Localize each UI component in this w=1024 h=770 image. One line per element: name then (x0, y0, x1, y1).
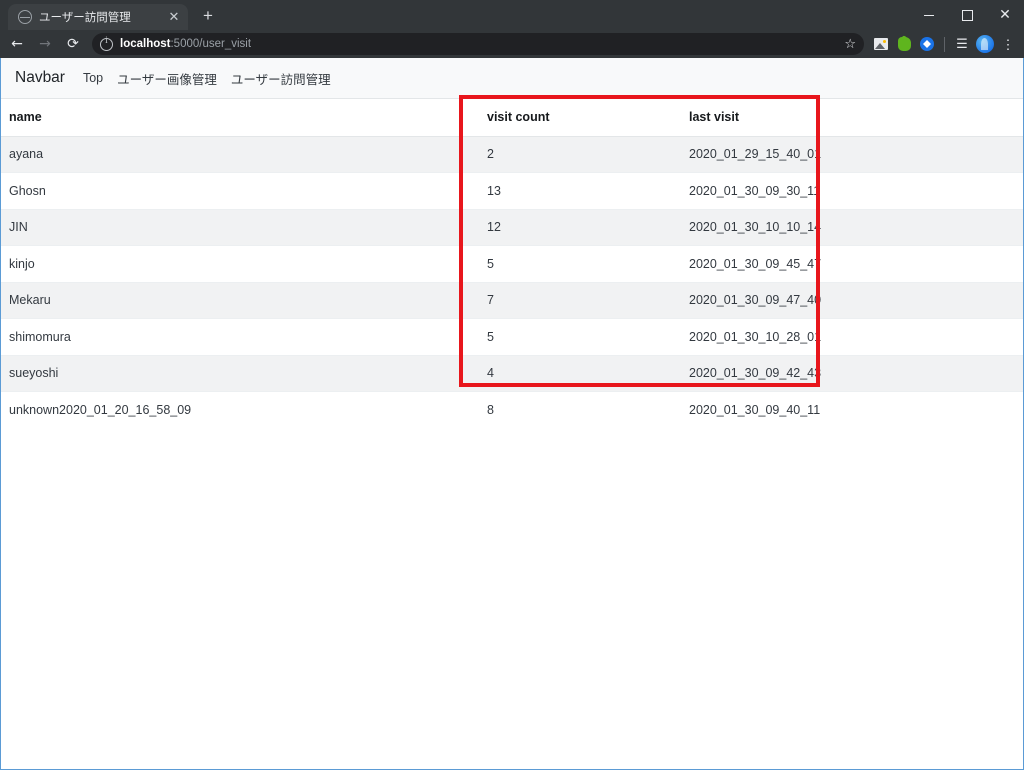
back-icon[interactable]: ← (4, 32, 30, 56)
column-header-visit-count: visit count (479, 99, 681, 137)
table-row: ayana 2 2020_01_29_15_40_01 (1, 135, 1023, 173)
cell-last-visit: 2020_01_30_09_45_47 (681, 245, 1023, 282)
cell-name: Mekaru (1, 281, 479, 319)
tab-strip: ユーザー訪問管理 ✕ + ✕ (0, 0, 1024, 30)
cell-last-visit: 2020_01_30_10_10_14 (681, 208, 1023, 246)
cell-visit-count: 8 (479, 391, 681, 428)
navbar-brand[interactable]: Navbar (15, 69, 65, 87)
table-header: name visit count last visit (1, 99, 1023, 137)
cell-name: JIN (1, 208, 479, 246)
table-row: JIN 12 2020_01_30_10_10_14 (1, 208, 1023, 246)
new-tab-button[interactable]: + (194, 4, 222, 30)
url-host: localhost (120, 38, 171, 50)
table-row: Mekaru 7 2020_01_30_09_47_40 (1, 281, 1023, 319)
table-row: kinjo 5 2020_01_30_09_45_47 (1, 245, 1023, 282)
window-controls: ✕ (910, 0, 1024, 30)
bookmark-star-icon[interactable]: ☆ (838, 37, 856, 52)
nav-link-user-visit-management[interactable]: ユーザー訪問管理 (231, 69, 331, 88)
forward-icon[interactable]: → (32, 32, 58, 56)
address-bar-url: localhost:5000/user_visit (120, 38, 251, 50)
cell-last-visit: 2020_01_30_09_42_43 (681, 354, 1023, 392)
page-viewport: Navbar Top ユーザー画像管理 ユーザー訪問管理 name visit … (0, 58, 1024, 770)
nav-link-top[interactable]: Top (83, 71, 103, 85)
browser-window: ユーザー訪問管理 ✕ + ✕ ← → ⟳ localhost:5000/user… (0, 0, 1024, 770)
url-path: :5000/user_visit (170, 38, 252, 50)
chrome-menu-icon[interactable]: ⋮ (998, 34, 1018, 54)
cell-last-visit: 2020_01_30_09_47_40 (681, 281, 1023, 319)
user-visit-table: name visit count last visit ayana 2 2020… (1, 99, 1023, 428)
toolbar-divider (944, 36, 945, 52)
cell-name: ayana (1, 135, 479, 173)
nav-link-user-image-management[interactable]: ユーザー画像管理 (117, 69, 217, 88)
column-header-name: name (1, 99, 479, 137)
table-row: unknown2020_01_20_16_58_09 8 2020_01_30_… (1, 391, 1023, 428)
globe-icon (18, 10, 32, 24)
cell-visit-count: 2 (479, 135, 681, 173)
cell-last-visit: 2020_01_29_15_40_01 (681, 135, 1023, 173)
cell-name: sueyoshi (1, 354, 479, 392)
toolbar-extensions: ☰ ⋮ (866, 34, 1018, 54)
table-row: shimomura 5 2020_01_30_10_28_01 (1, 318, 1023, 355)
table-row: sueyoshi 4 2020_01_30_09_42_43 (1, 354, 1023, 392)
cell-name: shimomura (1, 318, 479, 355)
photos-extension-icon[interactable] (871, 34, 891, 54)
browser-tab[interactable]: ユーザー訪問管理 ✕ (8, 4, 188, 30)
cell-visit-count: 5 (479, 245, 681, 282)
cell-last-visit: 2020_01_30_10_28_01 (681, 318, 1023, 355)
cell-name: unknown2020_01_20_16_58_09 (1, 391, 479, 428)
address-bar[interactable]: localhost:5000/user_visit ☆ (92, 33, 864, 55)
browser-toolbar: ← → ⟳ localhost:5000/user_visit ☆ ☰ ⋮ (0, 30, 1024, 58)
minimize-window-button[interactable] (910, 0, 948, 30)
evernote-extension-icon[interactable] (894, 34, 914, 54)
tab-title: ユーザー訪問管理 (39, 12, 131, 24)
site-navbar: Navbar Top ユーザー画像管理 ユーザー訪問管理 (1, 58, 1023, 99)
column-header-last-visit: last visit (681, 99, 1023, 137)
profile-avatar[interactable] (975, 34, 995, 54)
table-body: ayana 2 2020_01_29_15_40_01 Ghosn 13 202… (1, 135, 1023, 428)
close-tab-icon[interactable]: ✕ (166, 9, 182, 25)
close-window-button[interactable]: ✕ (986, 0, 1024, 30)
reload-icon[interactable]: ⟳ (60, 32, 86, 56)
info-circle-icon[interactable] (100, 36, 113, 51)
blue-diamond-extension-icon[interactable] (917, 34, 937, 54)
cell-name: Ghosn (1, 172, 479, 209)
cell-visit-count: 13 (479, 172, 681, 209)
reading-list-icon[interactable]: ☰ (952, 34, 972, 54)
cell-last-visit: 2020_01_30_09_30_11 (681, 172, 1023, 209)
cell-name: kinjo (1, 245, 479, 282)
cell-visit-count: 5 (479, 318, 681, 355)
cell-last-visit: 2020_01_30_09_40_11 (681, 391, 1023, 428)
maximize-window-button[interactable] (948, 0, 986, 30)
cell-visit-count: 4 (479, 354, 681, 392)
table-row: Ghosn 13 2020_01_30_09_30_11 (1, 172, 1023, 209)
cell-visit-count: 7 (479, 281, 681, 319)
table-header-row: name visit count last visit (1, 99, 1023, 137)
cell-visit-count: 12 (479, 208, 681, 246)
